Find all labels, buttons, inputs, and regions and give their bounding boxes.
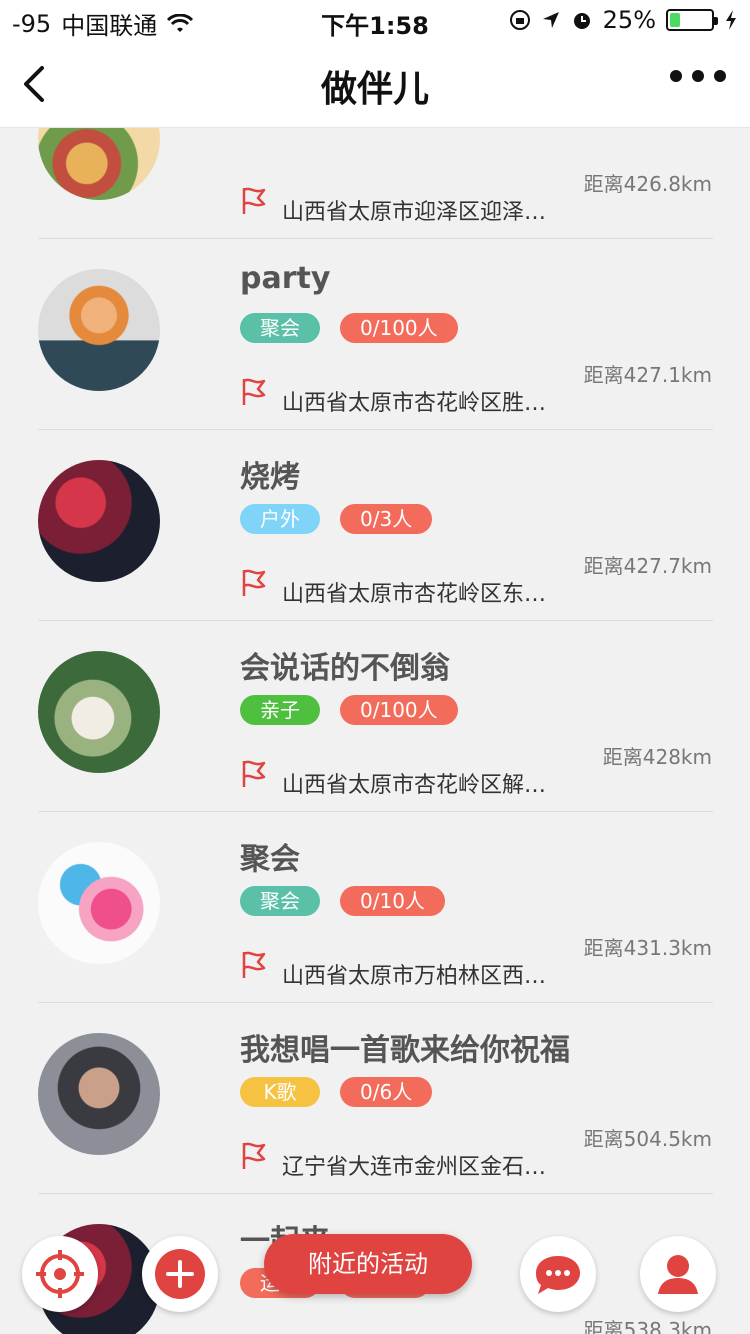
distance-label: 距离538.3km: [583, 1318, 712, 1334]
address-text: 山西省太原市杏花岭区胜…: [282, 391, 547, 416]
nearby-activities-button[interactable]: 附近的活动: [264, 1234, 472, 1294]
distance-label: 距离426.8km: [583, 172, 712, 196]
category-tag: 聚会: [240, 886, 320, 916]
avatar: [38, 460, 160, 582]
address-text: 辽宁省大连市金州区金石…: [282, 1155, 547, 1180]
address-text: 山西省太原市杏花岭区东…: [282, 582, 547, 607]
locate-button[interactable]: [22, 1236, 98, 1312]
participant-count: 0/100人: [340, 695, 458, 725]
alarm-icon: [573, 13, 590, 29]
location-flag-icon: [242, 760, 266, 787]
activity-list[interactable]: 距离426.8km 山西省太原市迎泽区迎泽… party 聚会 0/100人 距…: [0, 128, 750, 1334]
address-text: 山西省太原市迎泽区迎泽…: [282, 200, 547, 225]
location-flag-icon: [242, 187, 266, 214]
category-tag: 聚会: [240, 313, 320, 343]
location-flag-icon: [242, 378, 266, 405]
activity-item[interactable]: 会说话的不倒翁 亲子 0/100人 距离428km 山西省太原市杏花岭区解…: [0, 621, 750, 812]
charging-icon: [726, 10, 736, 30]
activity-title: 聚会: [240, 842, 300, 877]
participant-count: 0/6人: [340, 1077, 433, 1107]
avatar: [38, 842, 160, 964]
participant-count: 0/100人: [340, 313, 458, 343]
navigation-bar: 做伴儿: [0, 40, 750, 128]
add-activity-button[interactable]: [142, 1236, 218, 1312]
category-tag: 亲子: [240, 695, 320, 725]
avatar: [38, 1033, 160, 1155]
chat-bubble-icon: [536, 1256, 580, 1294]
activity-title: 烧烤: [240, 460, 300, 495]
status-bar: -95 中国联通 下午1:58 25%: [0, 0, 750, 40]
activity-title: party: [240, 261, 331, 296]
page-title: 做伴儿: [320, 69, 429, 110]
participant-count: 0/10人: [340, 886, 445, 916]
status-right: 25%: [509, 6, 738, 34]
battery-icon: [666, 9, 718, 31]
profile-button[interactable]: [640, 1236, 716, 1312]
avatar: [38, 651, 160, 773]
activity-title: 会说话的不倒翁: [240, 651, 450, 686]
plus-icon: [166, 1260, 194, 1288]
activity-item[interactable]: 距离426.8km 山西省太原市迎泽区迎泽…: [0, 128, 750, 239]
activity-item[interactable]: 烧烤 户外 0/3人 距离427.7km 山西省太原市杏花岭区东…: [0, 430, 750, 621]
category-tag: K歌: [240, 1077, 320, 1107]
location-flag-icon: [242, 951, 266, 978]
battery-percent: 25%: [602, 6, 656, 34]
avatar: [38, 128, 160, 200]
activity-title: 我想唱一首歌来给你祝福: [240, 1033, 570, 1068]
distance-label: 距离427.7km: [583, 554, 712, 578]
rotation-lock-icon: [509, 10, 530, 30]
distance-label: 距离428km: [602, 745, 712, 769]
activity-item[interactable]: 聚会 聚会 0/10人 距离431.3km 山西省太原市万柏林区西…: [0, 812, 750, 1003]
location-flag-icon: [242, 569, 266, 596]
address-text: 山西省太原市杏花岭区解…: [282, 773, 547, 798]
location-arrow-icon: [542, 12, 559, 28]
address-text: 山西省太原市万柏林区西…: [282, 964, 547, 989]
participant-count: 0/3人: [340, 504, 433, 534]
crosshair-icon: [36, 1250, 84, 1298]
avatar: [38, 269, 160, 391]
user-icon: [658, 1255, 698, 1294]
distance-label: 距离504.5km: [583, 1127, 712, 1151]
location-flag-icon: [242, 1142, 266, 1169]
more-options-icon[interactable]: [670, 70, 726, 82]
distance-label: 距离431.3km: [583, 936, 712, 960]
activity-item[interactable]: party 聚会 0/100人 距离427.1km 山西省太原市杏花岭区胜…: [0, 239, 750, 430]
category-tag: 户外: [240, 504, 320, 534]
messages-button[interactable]: [520, 1236, 596, 1312]
activity-item[interactable]: 我想唱一首歌来给你祝福 K歌 0/6人 距离504.5km 辽宁省大连市金州区金…: [0, 1003, 750, 1194]
distance-label: 距离427.1km: [583, 363, 712, 387]
